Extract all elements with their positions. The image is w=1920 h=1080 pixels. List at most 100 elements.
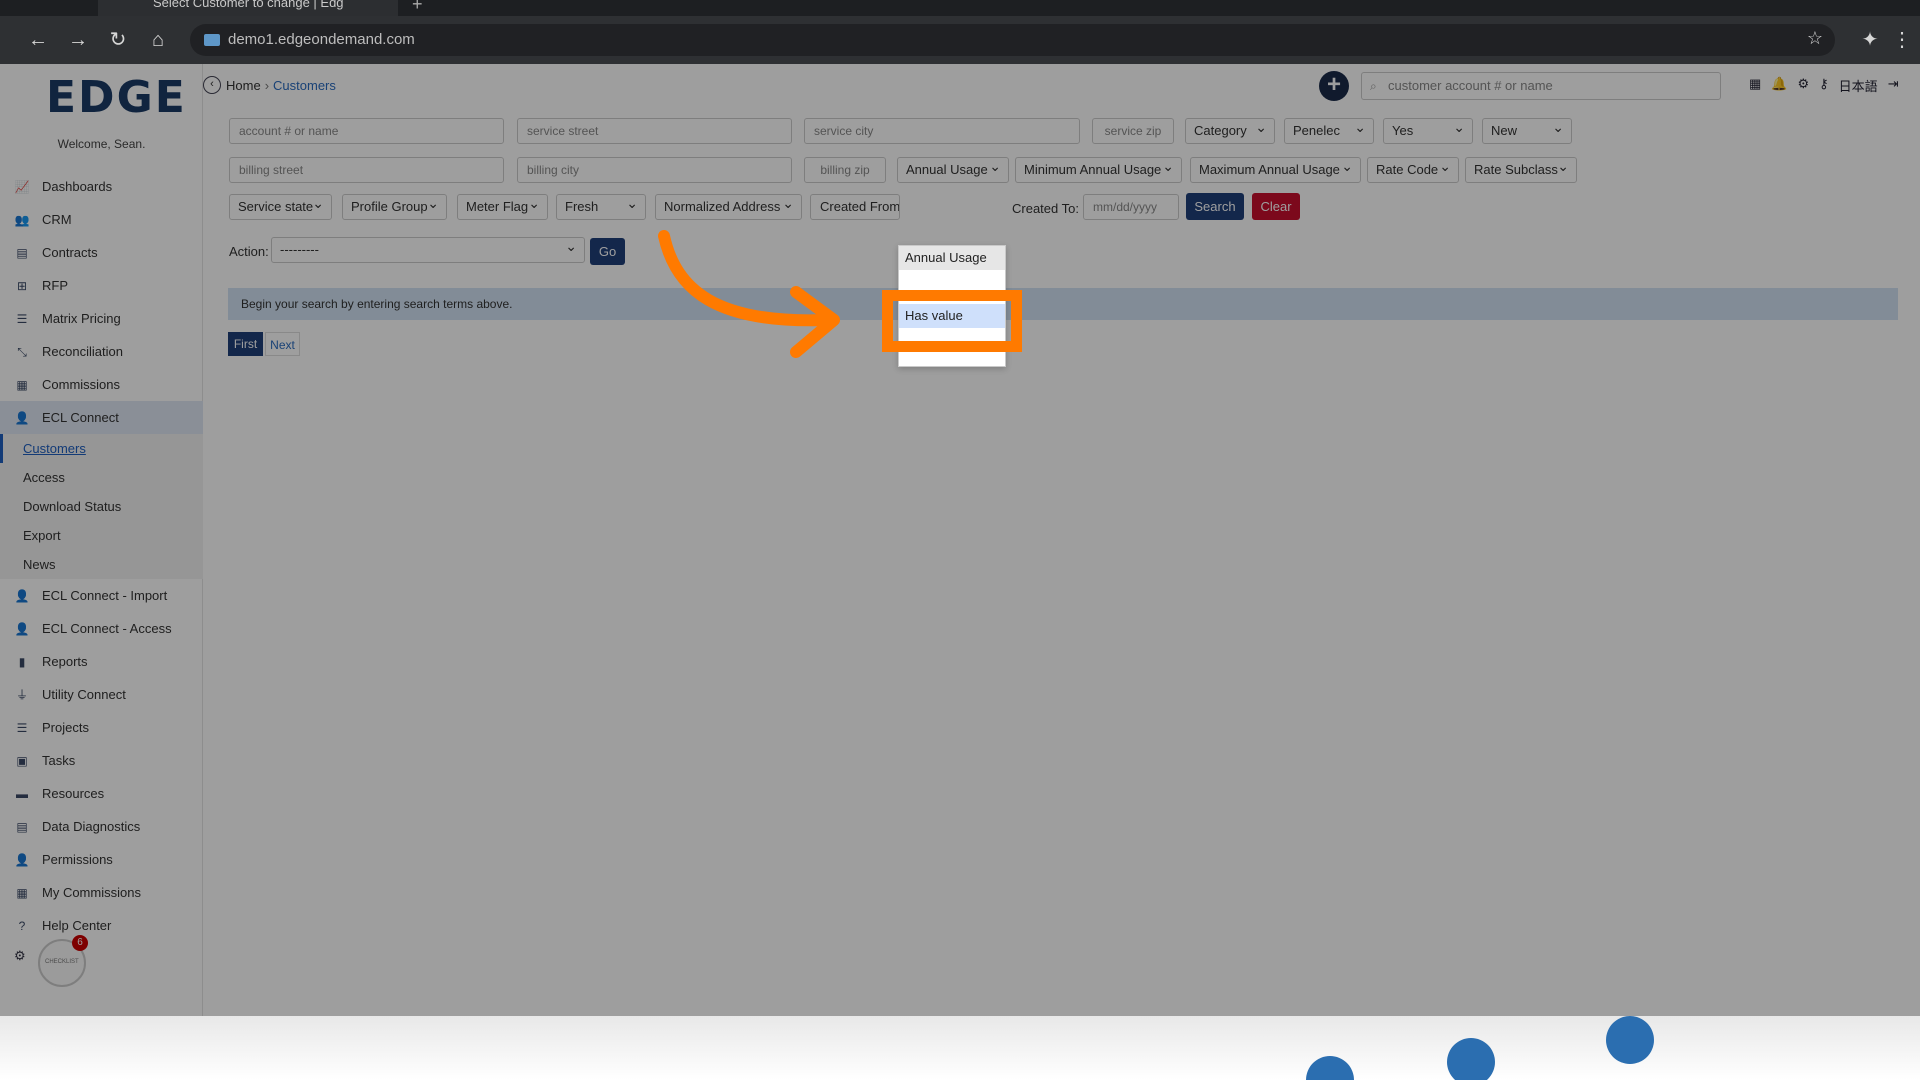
sidebar-subitem-export[interactable]: Export [0, 521, 203, 550]
sidebar-subitem-news[interactable]: News [0, 550, 203, 579]
browser-tab[interactable]: Select Customer to change | Edg [98, 0, 398, 16]
category-select[interactable]: Category [1185, 118, 1275, 144]
chart-line-icon: 📈 [14, 179, 30, 194]
add-new-button[interactable]: + [1319, 71, 1349, 101]
sidebar-item-my-commissions[interactable]: ▦ My Commissions [0, 876, 203, 909]
sidebar-item-label: Matrix Pricing [42, 311, 121, 326]
gear-icon[interactable]: ⚙ [1797, 76, 1809, 95]
sidebar-item-rfp[interactable]: ⊞ RFP [0, 269, 203, 302]
sidebar-item-tasks[interactable]: ▣ Tasks [0, 744, 203, 777]
dropdown-option-annual-usage[interactable]: Annual Usage [899, 246, 1005, 270]
billing-street-field[interactable]: billing street [229, 157, 504, 183]
sidebar-subitem-customers[interactable]: Customers [0, 434, 203, 463]
normalized-address-select[interactable]: Normalized Address [655, 194, 802, 220]
user-connect-icon: 👤 [14, 410, 30, 425]
service-zip-field[interactable]: service zip [1092, 118, 1174, 144]
utility-select[interactable]: Penelec [1284, 118, 1374, 144]
welcome-text: Welcome, Sean. [57, 137, 146, 151]
key-icon[interactable]: ⚷ [1819, 76, 1829, 95]
money-icon: ▦ [16, 885, 28, 900]
sidebar-item-label: ECL Connect - Access [42, 621, 172, 636]
go-button[interactable]: Go [590, 238, 625, 265]
yes-select[interactable]: Yes [1383, 118, 1473, 144]
new-tab-icon[interactable]: + [412, 0, 423, 15]
sidebar-item-resources[interactable]: ▬ Resources [0, 777, 203, 810]
sidebar-item-reconciliation[interactable]: ⤡ Reconciliation [0, 335, 203, 368]
user-icon: 👤 [14, 852, 30, 867]
decorative-dot [1606, 1016, 1654, 1064]
bookmark-star-icon[interactable]: ☆ [1807, 28, 1823, 49]
forward-icon[interactable]: → [66, 28, 90, 52]
sidebar-item-help-center[interactable]: ? Help Center [0, 909, 203, 942]
service-city-field[interactable]: service city [804, 118, 1080, 144]
profile-group-select[interactable]: Profile Group [342, 194, 447, 220]
sidebar-item-label: Tasks [42, 753, 76, 768]
sidebar-item-data-diagnostics[interactable]: ▤ Data Diagnostics [0, 810, 203, 843]
sidebar-item-commissions[interactable]: ▦ Commissions [0, 368, 203, 401]
max-annual-usage-select[interactable]: Maximum Annual Usage [1190, 157, 1361, 183]
calendar-icon[interactable]: ▦ [1749, 76, 1761, 95]
settings-cogs-icon[interactable]: ⚙ [14, 948, 26, 964]
sidebar-item-label: Commissions [42, 377, 121, 392]
logout-icon[interactable]: ⇥ [1888, 76, 1899, 95]
billing-zip-field[interactable]: billing zip [804, 157, 886, 183]
language-link[interactable]: 日本語 [1839, 76, 1878, 95]
breadcrumb-home[interactable]: Home [226, 78, 261, 93]
clear-button[interactable]: Clear [1252, 193, 1300, 220]
sidebar-item-label: RFP [42, 278, 68, 293]
sidebar-item-crm[interactable]: 👥 CRM [0, 203, 203, 236]
breadcrumb-separator: › [264, 77, 270, 93]
min-annual-usage-select[interactable]: Minimum Annual Usage [1015, 157, 1182, 183]
rate-code-select[interactable]: Rate Code [1367, 157, 1459, 183]
fresh-select[interactable]: Fresh [556, 194, 646, 220]
breadcrumb-customers[interactable]: Customers [273, 78, 336, 93]
first-page-button[interactable]: First [228, 332, 263, 356]
bottom-strip [0, 1016, 1920, 1080]
bell-icon[interactable]: 🔔 [1771, 76, 1787, 95]
sidebar-subitem-download-status[interactable]: Download Status [0, 492, 203, 521]
meter-flag-select[interactable]: Meter Flag [457, 194, 548, 220]
extensions-icon[interactable]: ✦ [1858, 28, 1882, 52]
sidebar-item-projects[interactable]: ☰ Projects [0, 711, 203, 744]
back-icon[interactable]: ← [26, 28, 50, 52]
sidebar-item-matrix-pricing[interactable]: ☰ Matrix Pricing [0, 302, 203, 335]
checklist-badge[interactable]: CHECKLIST 6 [38, 935, 88, 987]
sidebar-item-label: Permissions [42, 852, 113, 867]
sidebar-item-ecl-connect-import[interactable]: 👤 ECL Connect - Import [0, 579, 203, 612]
question-icon: ? [18, 918, 26, 933]
search-button[interactable]: Search [1186, 193, 1244, 220]
rate-subclass-select[interactable]: Rate Subclass [1465, 157, 1577, 183]
account-search-field[interactable]: account # or name [229, 118, 504, 144]
edge-logo[interactable]: EDGE [46, 72, 187, 123]
sidebar-item-ecl-connect[interactable]: 👤 ECL Connect [0, 401, 203, 434]
sidebar-item-ecl-connect-access[interactable]: 👤 ECL Connect - Access [0, 612, 203, 645]
billing-city-field[interactable]: billing city [517, 157, 792, 183]
sidebar-item-reports[interactable]: ▮ Reports [0, 645, 203, 678]
created-from-label: Created From: [810, 194, 900, 220]
back-circle-icon[interactable]: ‹ [203, 76, 221, 94]
app-window: EDGE Welcome, Sean. 📈 Dashboards 👥 CRM ▤ Co… [0, 64, 1920, 1016]
sidebar-item-permissions[interactable]: 👤 Permissions [0, 843, 203, 876]
action-select[interactable]: --------- [271, 237, 585, 263]
breadcrumb: ‹ Home › Customers [203, 76, 336, 94]
service-street-field[interactable]: service street [517, 118, 792, 144]
sidebar-item-contracts[interactable]: ▤ Contracts [0, 236, 203, 269]
sidebar-item-utility-connect[interactable]: ⏚ Utility Connect [0, 678, 203, 711]
next-page-button[interactable]: Next [265, 332, 300, 356]
service-state-select[interactable]: Service state [229, 194, 332, 220]
tasks-icon: ☰ [16, 720, 28, 735]
home-icon[interactable]: ⌂ [146, 28, 170, 52]
notification-count-badge: 6 [72, 935, 88, 951]
sidebar-subitem-access[interactable]: Access [0, 463, 203, 492]
annual-usage-select[interactable]: Annual Usage [897, 157, 1009, 183]
sidebar-item-label: Reconciliation [42, 344, 123, 359]
checklist-badge-text: CHECKLIST [45, 959, 79, 965]
global-search-input[interactable]: ⌕ customer account # or name [1361, 72, 1721, 100]
browser-menu-icon[interactable]: ⋮ [1890, 28, 1914, 52]
address-bar[interactable]: demo1.edgeondemand.com ☆ [190, 24, 1835, 56]
created-to-date-field[interactable]: mm/dd/yyyy [1083, 194, 1179, 220]
reload-icon[interactable]: ↻ [106, 28, 130, 52]
status-select[interactable]: New [1482, 118, 1572, 144]
sidebar-item-dashboards[interactable]: 📈 Dashboards [0, 170, 203, 203]
sidebar-item-label: Data Diagnostics [42, 819, 141, 834]
